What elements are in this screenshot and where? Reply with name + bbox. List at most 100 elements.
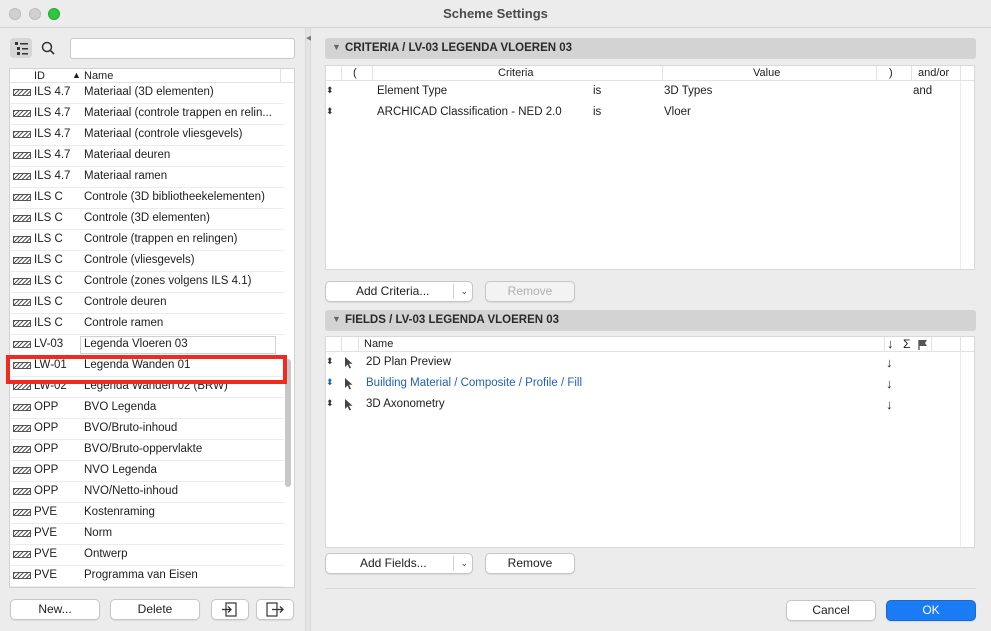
remove-field-button[interactable]: Remove (485, 553, 575, 574)
criteria-value[interactable]: 3D Types (664, 85, 712, 97)
scheme-row[interactable]: PVE Norm (10, 524, 284, 545)
scheme-row[interactable]: ILS 4.7 Materiaal deuren (10, 146, 284, 167)
chevron-down-icon[interactable]: ⌄ (460, 282, 468, 301)
scheme-row[interactable]: LV-03 Legenda Vloeren 03 (10, 335, 284, 356)
cancel-button[interactable]: Cancel (786, 600, 876, 621)
scheme-name[interactable]: Materiaal deuren (84, 149, 280, 161)
scheme-row[interactable]: ILS C Controle deuren (10, 293, 284, 314)
criteria-scroll-track[interactable] (960, 81, 974, 269)
drag-handle-icon[interactable]: ⬍ (326, 85, 334, 96)
scheme-row[interactable]: ILS 4.7 Materiaal (controle vliesgevels) (10, 125, 284, 146)
scheme-row[interactable]: ILS C Controle ramen (10, 314, 284, 335)
scheme-name[interactable]: Controle (3D bibliotheekelementen) (84, 191, 280, 203)
scheme-name[interactable]: BVO/Bruto-inhoud (84, 422, 280, 434)
list-view-button[interactable] (10, 38, 32, 58)
drag-handle-icon[interactable]: ⬍ (326, 398, 334, 409)
criteria-operator[interactable]: is (593, 106, 601, 118)
sort-arrow-icon[interactable]: ↓ (886, 397, 893, 412)
scheme-row[interactable]: LW-01 Legenda Wanden 01 (10, 356, 284, 377)
criteria-value[interactable]: Vloer (664, 106, 691, 118)
scheme-row[interactable]: ILS C Controle (vliesgevels) (10, 251, 284, 272)
drag-handle-icon[interactable]: ⬍ (326, 356, 334, 367)
scheme-row[interactable]: PVE Ontwerp (10, 545, 284, 566)
scheme-row[interactable]: ILS 4.7 Materiaal (controle trappen en re… (10, 104, 284, 125)
scheme-row[interactable]: OPP BVO Legenda (10, 398, 284, 419)
new-scheme-button[interactable]: New... (10, 599, 100, 620)
field-name[interactable]: 3D Axonometry (366, 398, 445, 410)
column-divider (911, 66, 912, 81)
list-scrollbar[interactable] (285, 359, 291, 487)
scheme-name[interactable]: Kostenraming (84, 506, 280, 518)
scheme-name[interactable]: Materiaal (3D elementen) (84, 86, 280, 98)
fields-table[interactable]: Name ↓ Σ ⬍ 2D Plan Preview ↓ ⬍ Building … (325, 336, 975, 548)
criteria-row[interactable]: ⬍ Element Type is 3D Types and (326, 82, 974, 103)
scheme-list[interactable]: ID ▲ Name ILS 4.7 Materiaal (3D elementen… (9, 68, 295, 588)
scheme-row[interactable]: ILS 4.7 Materiaal ramen (10, 167, 284, 188)
drag-handle-icon[interactable]: ⬍ (326, 106, 334, 117)
fields-section-header[interactable]: ▼ FIELDS / LV-03 LEGENDA VLOEREN 03 (325, 310, 976, 331)
scheme-name[interactable]: Controle (vliesgevels) (84, 254, 280, 266)
scheme-name[interactable]: BVO/Bruto-oppervlakte (84, 443, 280, 455)
sort-arrow-icon[interactable]: ↓ (886, 355, 893, 370)
scheme-name[interactable]: Legenda Wanden 02 (BRW) (84, 380, 280, 392)
criteria-and-or[interactable]: and (913, 85, 932, 97)
disclosure-triangle-icon[interactable]: ▼ (332, 314, 341, 324)
column-id-header[interactable]: ID (34, 70, 45, 82)
search-input[interactable] (70, 38, 295, 59)
scheme-name[interactable]: Controle (3D elementen) (84, 212, 280, 224)
scheme-row[interactable]: ILS C Controle (trappen en relingen) (10, 230, 284, 251)
scheme-row[interactable]: ILS C Controle (zones volgens ILS 4.1) (10, 272, 284, 293)
scheme-row[interactable]: PVE Kostenraming (10, 503, 284, 524)
field-name[interactable]: 2D Plan Preview (366, 356, 451, 368)
chevron-down-icon[interactable]: ⌄ (460, 554, 468, 573)
delete-scheme-button[interactable]: Delete (110, 599, 200, 620)
scheme-name[interactable]: Materiaal (controle vliesgevels) (84, 128, 280, 140)
scheme-name[interactable]: BVO Legenda (84, 401, 280, 413)
import-button[interactable] (211, 599, 249, 620)
scheme-row[interactable]: ILS 4.7 Materiaal (3D elementen) (10, 83, 284, 104)
drag-handle-icon[interactable]: ⬍ (326, 377, 334, 388)
scheme-row[interactable]: PVE Programma van Eisen (10, 566, 284, 587)
scheme-name[interactable]: Controle deuren (84, 296, 280, 308)
field-row[interactable]: ⬍ 3D Axonometry ↓ (326, 395, 974, 416)
scheme-row[interactable]: OPP NVO/Netto-inhoud (10, 482, 284, 503)
criteria-field[interactable]: ARCHICAD Classification - NED 2.0 (377, 106, 562, 118)
ok-button[interactable]: OK (886, 600, 976, 621)
scheme-name[interactable]: Ontwerp (84, 548, 280, 560)
scheme-row[interactable]: ILS C Controle (3D elementen) (10, 209, 284, 230)
scheme-row[interactable]: OPP BVO/Bruto-oppervlakte (10, 440, 284, 461)
scheme-name[interactable]: Programma van Eisen (84, 569, 280, 581)
field-row[interactable]: ⬍ Building Material / Composite / Profil… (326, 374, 974, 395)
add-fields-button[interactable]: Add Fields... ⌄ (325, 553, 473, 574)
scheme-name[interactable]: Controle (zones volgens ILS 4.1) (84, 275, 280, 287)
scheme-name[interactable]: Norm (84, 527, 280, 539)
scheme-name[interactable]: NVO/Netto-inhoud (84, 485, 280, 497)
criteria-row[interactable]: ⬍ ARCHICAD Classification - NED 2.0 is V… (326, 103, 974, 124)
criteria-section-header[interactable]: ▼ CRITERIA / LV-03 LEGENDA VLOEREN 03 (325, 38, 976, 59)
scheme-name[interactable]: Materiaal ramen (84, 170, 280, 182)
fields-scroll-track[interactable] (960, 352, 974, 547)
add-criteria-button[interactable]: Add Criteria... ⌄ (325, 281, 473, 302)
criteria-table[interactable]: ( Criteria Value ) and/or ⬍ Element Type… (325, 65, 975, 270)
criteria-operator[interactable]: is (593, 85, 601, 97)
sort-arrow-icon[interactable]: ↓ (886, 376, 893, 391)
scheme-row[interactable]: OPP BVO/Bruto-inhoud (10, 419, 284, 440)
field-name[interactable]: Building Material / Composite / Profile … (366, 377, 582, 389)
scheme-name[interactable]: Controle ramen (84, 317, 280, 329)
scheme-row[interactable]: OPP NVO Legenda (10, 461, 284, 482)
schedule-scheme-icon (13, 488, 31, 495)
criteria-field[interactable]: Element Type (377, 85, 447, 97)
field-row[interactable]: ⬍ 2D Plan Preview ↓ (326, 353, 974, 374)
scheme-row[interactable]: LW-02 Legenda Wanden 02 (BRW) (10, 377, 284, 398)
search-toggle-button[interactable] (37, 38, 59, 58)
scheme-name[interactable]: Materiaal (controle trappen en relin... (84, 107, 280, 119)
scheme-name[interactable]: NVO Legenda (84, 464, 280, 476)
scheme-name[interactable]: Legenda Vloeren 03 (80, 336, 276, 354)
remove-criteria-button[interactable]: Remove (485, 281, 575, 302)
export-button[interactable] (256, 599, 294, 620)
scheme-name[interactable]: Legenda Wanden 01 (84, 359, 280, 371)
disclosure-triangle-icon[interactable]: ▼ (332, 42, 341, 52)
scheme-name[interactable]: Controle (trappen en relingen) (84, 233, 280, 245)
scheme-row[interactable]: ILS C Controle (3D bibliotheekelementen) (10, 188, 284, 209)
column-name-header[interactable]: Name (84, 70, 113, 82)
